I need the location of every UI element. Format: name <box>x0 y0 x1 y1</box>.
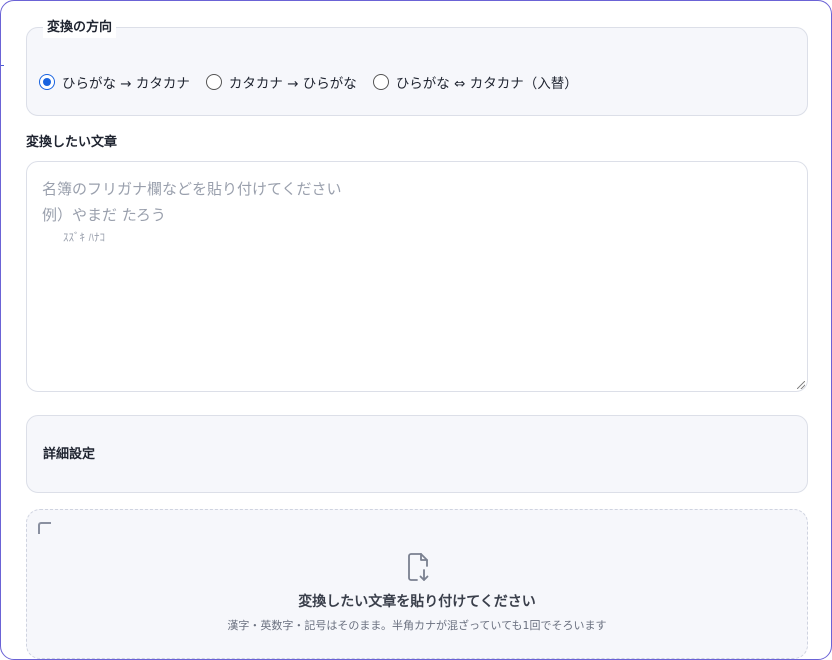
radio-swap-dot[interactable] <box>372 74 389 90</box>
placeholder-line-2: 例）やまだ たろう <box>42 206 166 224</box>
document-download-icon <box>408 553 429 581</box>
radio-hira-to-kata-dot[interactable] <box>39 74 55 90</box>
corner-bracket-icon <box>38 522 51 534</box>
resize-handle[interactable] <box>797 381 805 389</box>
radio-kata-to-hira[interactable]: カタカナ → ひらがな <box>205 72 357 92</box>
radio-kata-to-hira-dot[interactable] <box>205 74 222 90</box>
radio-hira-to-kata-label: ひらがな → カタカナ <box>62 76 190 92</box>
direction-legend: 変換の方向 <box>43 18 117 38</box>
radio-kata-to-hira-label: カタカナ → ひらがな <box>228 76 357 92</box>
placeholder-line-1: 名簿のフリガナ欄などを貼り付けてください <box>42 180 342 198</box>
edge-marker <box>1 65 4 66</box>
details-label: 詳細設定 <box>43 447 96 462</box>
direction-options: ひらがな → カタカナ カタカナ → ひらがな ひらがな ⇔ カタカナ（入替） <box>39 72 594 92</box>
radio-swap[interactable]: ひらがな ⇔ カタカナ（入替） <box>372 72 578 92</box>
input-label: 変換したい文章 <box>26 135 118 150</box>
details-panel[interactable]: 詳細設定 <box>26 415 808 493</box>
text-input[interactable]: 名簿のフリガナ欄などを貼り付けてください 例）やまだ たろう ｽｽﾞｷ ﾊﾅｺ <box>26 161 808 392</box>
radio-hira-to-kata[interactable]: ひらがな → カタカナ <box>39 72 190 92</box>
converter-card: 変換の方向 ひらがな → カタカナ カタカナ → ひらがな ひらがな ⇔ カタカ… <box>0 0 832 660</box>
direction-group: 変換の方向 ひらがな → カタカナ カタカナ → ひらがな ひらがな ⇔ カタカ… <box>26 18 808 116</box>
dropzone-title: 変換したい文章を貼り付けてください <box>298 594 536 610</box>
placeholder-line-3: ｽｽﾞｷ ﾊﾅｺ <box>42 231 105 244</box>
dropzone-subtitle: 漢字・英数字・記号はそのまま。半角カナが混ざっていても1回でそろいます <box>227 619 607 632</box>
radio-swap-label: ひらがな ⇔ カタカナ（入替） <box>395 76 578 92</box>
paste-dropzone[interactable]: 変換したい文章を貼り付けてください 漢字・英数字・記号はそのまま。半角カナが混ざ… <box>26 509 808 659</box>
text-input-placeholder: 名簿のフリガナ欄などを貼り付けてください 例）やまだ たろう ｽｽﾞｷ ﾊﾅｺ <box>42 176 342 248</box>
